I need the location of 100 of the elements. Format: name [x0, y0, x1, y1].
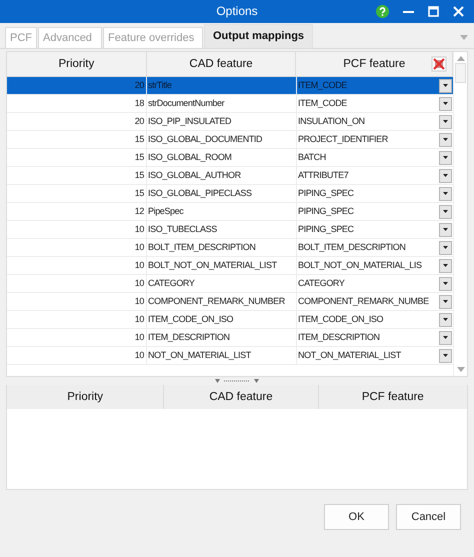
table-row[interactable]: 10 ITEM_CODE_ON_ISO ITEM_CODE_ON_ISO — [7, 311, 454, 329]
table-row[interactable]: 10 BOLT_NOT_ON_MATERIAL_LIST BOLT_NOT_ON_MATERIAL_LIS — [7, 257, 454, 275]
caret-icon — [443, 174, 448, 177]
dropdown-button[interactable] — [439, 258, 452, 272]
column-header[interactable]: Priority — [7, 52, 147, 76]
table-row[interactable]: 10 NOT_ON_MATERIAL_LIST NOT_ON_MATERIAL_LIST — [7, 347, 454, 365]
column-header[interactable]: Priority — [7, 385, 164, 409]
cad-feature-cell: ISO_GLOBAL_DOCUMENTID — [147, 131, 297, 148]
table-row[interactable]: 12 PipeSpec PIPING_SPEC — [7, 203, 454, 221]
pcf-feature-cell-text: ITEM_CODE — [297, 79, 348, 92]
priority-cell: 10 — [7, 221, 147, 238]
dropdown-button[interactable] — [439, 78, 452, 92]
dropdown-button[interactable] — [439, 348, 452, 362]
pcf-feature-cell-text: ITEM_CODE_ON_ISO — [297, 313, 384, 326]
caret-icon — [443, 138, 448, 141]
table-row[interactable]: 10 ITEM_DESCRIPTION ITEM_DESCRIPTION — [7, 329, 454, 347]
dropdown-button[interactable] — [439, 186, 452, 200]
dropdown-button[interactable] — [439, 150, 452, 164]
priority-cell: 18 — [7, 95, 147, 112]
cad-feature-cell: ISO_GLOBAL_AUTHOR — [147, 167, 297, 184]
caret-icon — [443, 192, 448, 195]
pcf-feature-cell-text: BATCH — [297, 151, 327, 164]
priority-cell: 10 — [7, 257, 147, 274]
splitter-grip-icon[interactable] — [215, 378, 259, 384]
cad-feature-cell: ISO_GLOBAL_ROOM — [147, 149, 297, 166]
column-header[interactable]: CAD feature — [146, 52, 296, 76]
cad-feature-cell: ISO_TUBECLASS — [147, 221, 297, 238]
maximize-icon[interactable] — [428, 6, 439, 17]
ok-button[interactable]: OK — [324, 504, 389, 530]
priority-cell: 10 — [7, 311, 147, 328]
dropdown-button[interactable] — [439, 294, 452, 308]
column-header[interactable]: PCF feature — [318, 385, 467, 409]
dropdown-button[interactable] — [439, 330, 452, 344]
tab[interactable]: Output mappings — [204, 24, 314, 48]
caret-icon — [443, 228, 448, 231]
cad-feature-cell: CATEGORY — [147, 275, 297, 292]
pcf-feature-cell-text: CATEGORY — [297, 277, 346, 290]
pcf-feature-cell-text: ITEM_DESCRIPTION — [297, 331, 381, 344]
caret-icon — [443, 156, 448, 159]
caret-icon — [443, 246, 448, 249]
delete-icon[interactable] — [431, 56, 447, 72]
priority-cell: 15 — [7, 131, 147, 148]
table-row[interactable]: 15 ISO_GLOBAL_AUTHOR ATTRIBUTE7 — [7, 167, 454, 185]
close-icon[interactable] — [453, 6, 464, 17]
cad-feature-cell: ITEM_DESCRIPTION — [147, 329, 297, 346]
cad-feature-cell: ITEM_CODE_ON_ISO — [147, 311, 297, 328]
dropdown-button[interactable] — [439, 168, 452, 182]
pcf-feature-cell-text: INSULATION_ON — [297, 115, 366, 128]
priority-cell: 10 — [7, 329, 147, 346]
pcf-feature-cell-text: BOLT_ITEM_DESCRIPTION — [297, 241, 406, 254]
priority-cell: 15 — [7, 185, 147, 202]
caret-icon — [443, 336, 448, 339]
cad-feature-cell: NOT_ON_MATERIAL_LIST — [147, 347, 297, 364]
pcf-feature-cell-text: ITEM_CODE — [297, 97, 348, 110]
priority-cell: 10 — [7, 239, 147, 256]
priority-cell: 10 — [7, 347, 147, 364]
caret-icon — [443, 300, 448, 303]
pcf-feature-cell-text: PIPING_SPEC — [297, 187, 355, 200]
cad-feature-cell: PipeSpec — [147, 203, 297, 220]
cad-feature-cell: ISO_PIP_INSULATED — [147, 113, 297, 130]
table-row[interactable]: 15 ISO_GLOBAL_ROOM BATCH — [7, 149, 454, 167]
cad-feature-cell: COMPONENT_REMARK_NUMBER — [147, 293, 297, 310]
dropdown-button[interactable] — [439, 96, 452, 110]
table-row[interactable]: 10 COMPONENT_REMARK_NUMBER COMPONENT_REMARK_NUMBE — [7, 293, 454, 311]
caret-icon — [443, 102, 448, 105]
caret-icon — [443, 282, 448, 285]
column-header[interactable]: CAD feature — [164, 385, 319, 409]
priority-cell: 15 — [7, 149, 147, 166]
dropdown-button[interactable] — [439, 114, 452, 128]
cad-feature-cell: strDocumentNumber — [147, 95, 297, 112]
caret-icon — [443, 120, 448, 123]
table-row[interactable]: 15 ISO_GLOBAL_DOCUMENTID PROJECT_IDENTIFIER — [7, 131, 454, 149]
dropdown-button[interactable] — [439, 222, 452, 236]
table-row[interactable]: 10 BOLT_ITEM_DESCRIPTION BOLT_ITEM_DESCRIPTION — [7, 239, 454, 257]
dropdown-button[interactable] — [439, 204, 452, 218]
pcf-feature-cell-text: NOT_ON_MATERIAL_LIST — [297, 349, 402, 362]
pcf-feature-cell-text: ATTRIBUTE7 — [297, 169, 350, 182]
dropdown-button[interactable] — [439, 240, 452, 254]
table-row[interactable]: 15 ISO_GLOBAL_PIPECLASS PIPING_SPEC — [7, 185, 454, 203]
caret-icon — [443, 84, 448, 87]
cad-feature-cell: BOLT_ITEM_DESCRIPTION — [147, 239, 297, 256]
cancel-button[interactable]: Cancel — [396, 504, 461, 530]
window-title: Options — [216, 3, 258, 20]
cad-feature-cell: BOLT_NOT_ON_MATERIAL_LIST — [147, 257, 297, 274]
priority-cell: 15 — [7, 167, 147, 184]
table-row[interactable]: 10 ISO_TUBECLASS PIPING_SPEC — [7, 221, 454, 239]
pcf-feature-cell-text: PROJECT_IDENTIFIER — [297, 133, 389, 146]
dropdown-button[interactable] — [439, 132, 452, 146]
cad-feature-cell: ISO_GLOBAL_PIPECLASS — [147, 185, 297, 202]
table-row[interactable]: 20 ISO_PIP_INSULATED INSULATION_ON — [7, 113, 454, 131]
scrollbar-thumb[interactable] — [455, 63, 466, 83]
caret-icon — [443, 264, 448, 267]
cad-feature-cell: strTitle — [147, 77, 297, 94]
table-row[interactable]: 10 CATEGORY CATEGORY — [7, 275, 454, 293]
dropdown-button[interactable] — [439, 312, 452, 326]
table-row[interactable]: 18 strDocumentNumber ITEM_CODE — [7, 95, 454, 113]
pcf-feature-cell-text: PIPING_SPEC — [297, 205, 355, 218]
caret-icon — [443, 354, 448, 357]
dropdown-button[interactable] — [439, 276, 452, 290]
help-icon[interactable] — [376, 5, 389, 18]
